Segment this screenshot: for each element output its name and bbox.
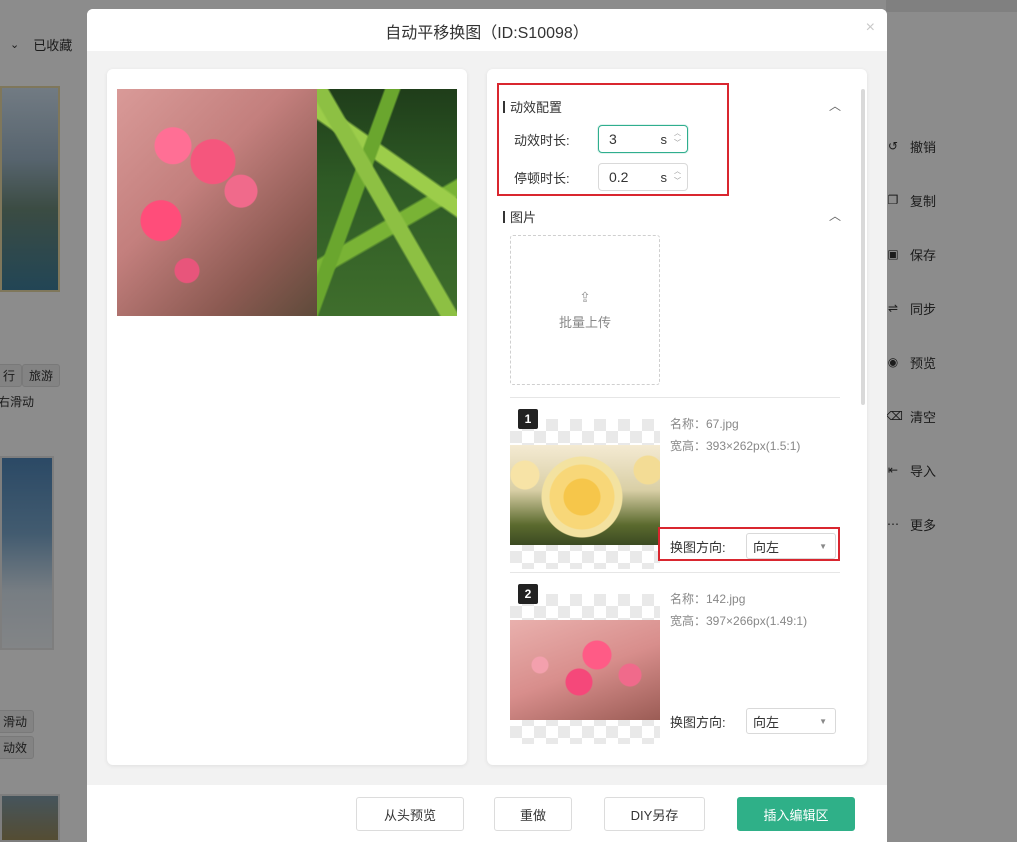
chevron-down-icon[interactable]: ﹀ — [674, 177, 683, 187]
image-size: 宽高：393×262px(1.5:1) — [670, 439, 801, 453]
config-panel: 动效配置 ︿ 动效时长: 3 s ︿ ﹀ 停顿时长: 0.2 s ︿ ﹀ 图片 ︿ — [487, 69, 867, 765]
chevron-down-icon[interactable]: ﹀ — [674, 139, 683, 149]
preview-panel — [107, 69, 467, 765]
direction-select[interactable]: 向左 ▼ — [746, 533, 836, 559]
chevron-up-icon[interactable]: ︿ — [829, 207, 841, 224]
caret-down-icon: ▼ — [819, 541, 827, 551]
image-index-badge: 2 — [518, 584, 538, 604]
image-name: 名称：67.jpg — [670, 417, 739, 431]
close-icon[interactable]: × — [866, 19, 875, 37]
animation-section-title: 动效配置 — [510, 100, 563, 115]
section-marker — [503, 100, 505, 113]
pause-field: 停顿时长: 0.2 s ︿ ﹀ — [514, 163, 688, 191]
animation-section-header[interactable]: 动效配置 — [503, 97, 562, 116]
dialog-title: 自动平移换图（ID:S10098） — [385, 25, 589, 42]
caret-down-icon: ▼ — [819, 716, 827, 726]
image-item: 2 名称：142.jpg 宽高：397×266px(1.49:1) 换图方向: … — [510, 584, 840, 744]
plum-blossom-image — [117, 89, 317, 316]
duration-input[interactable]: 3 s ︿ ﹀ — [598, 125, 688, 153]
dialog-footer: 从头预览 重做 DIY另存 插入编辑区 — [87, 785, 887, 842]
insert-to-editor-button[interactable]: 插入编辑区 — [737, 797, 855, 831]
direction-select[interactable]: 向左 ▼ — [746, 708, 836, 734]
yellow-rose-thumbnail[interactable] — [510, 445, 660, 545]
chevron-up-icon[interactable]: ︿ — [829, 97, 841, 114]
pause-input[interactable]: 0.2 s ︿ ﹀ — [598, 163, 688, 191]
upload-icon: ⇪ — [579, 289, 591, 305]
direction-field: 换图方向: 向左 ▼ — [670, 533, 836, 559]
direction-label: 换图方向: — [670, 714, 726, 730]
chevron-up-icon[interactable]: ︿ — [674, 167, 683, 177]
duration-label: 动效时长: — [514, 132, 570, 148]
chevron-up-icon[interactable]: ︿ — [674, 129, 683, 139]
direction-field: 换图方向: 向左 ▼ — [670, 708, 836, 734]
images-section-title: 图片 — [510, 210, 537, 225]
image-name: 名称：142.jpg — [670, 592, 746, 606]
stepper-arrows[interactable]: ︿ ﹀ — [674, 167, 683, 187]
divider — [510, 397, 840, 398]
images-section-header[interactable]: 图片 — [503, 207, 536, 226]
plum-blossom-thumbnail[interactable] — [510, 620, 660, 720]
duration-field: 动效时长: 3 s ︿ ﹀ — [514, 125, 688, 153]
redo-button[interactable]: 重做 — [494, 797, 572, 831]
scrollbar[interactable] — [861, 89, 865, 405]
pause-label: 停顿时长: — [514, 170, 570, 186]
stepper-arrows[interactable]: ︿ ﹀ — [674, 129, 683, 149]
image-item: 1 名称：67.jpg 宽高：393×262px(1.5:1) 换图方向: 向左… — [510, 409, 840, 569]
section-marker — [503, 210, 505, 223]
replay-preview-button[interactable]: 从头预览 — [356, 797, 464, 831]
image-index-badge: 1 — [518, 409, 538, 429]
direction-label: 换图方向: — [670, 539, 726, 555]
diy-save-as-button[interactable]: DIY另存 — [604, 797, 705, 831]
auto-pan-dialog: 自动平移换图（ID:S10098） × 动效配置 ︿ 动效时长: 3 s ︿ ﹀ … — [87, 9, 887, 842]
image-size: 宽高：397×266px(1.49:1) — [670, 614, 808, 628]
batch-upload-button[interactable]: ⇪ 批量上传 — [510, 235, 660, 385]
dialog-header: 自动平移换图（ID:S10098） × — [87, 9, 887, 51]
upload-label: 批量上传 — [558, 315, 611, 330]
bamboo-image — [317, 89, 457, 316]
preview-image — [117, 89, 457, 316]
divider — [510, 572, 840, 573]
